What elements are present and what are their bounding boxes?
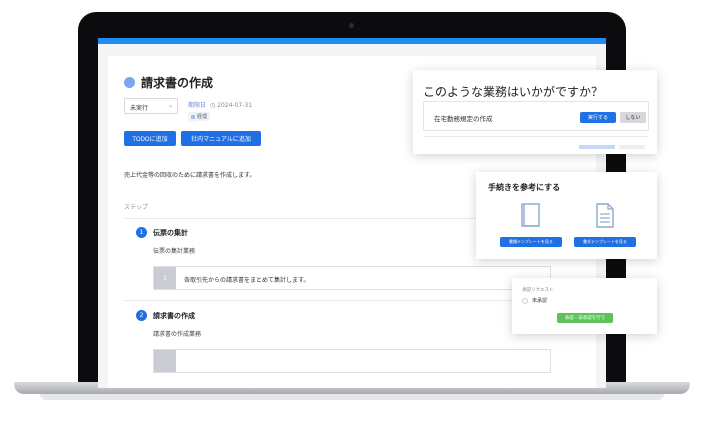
reference-title: 手続きを参考にする [488, 183, 561, 192]
step-subtitle: 請求書の作成業務 [153, 331, 202, 338]
suggestion-title: このような業務はいかがですか？ [423, 85, 604, 99]
skip-button[interactable]: しない [620, 112, 646, 123]
category-tag: 経理 [188, 112, 211, 121]
chevron-down-icon: ⌄ [167, 102, 173, 109]
reference-panel: 手続きを参考にする 書類テンプレートを見る 書式テンプレートを見る [476, 172, 657, 259]
suggestion-item-placeholder [423, 136, 649, 150]
view-format-template-button[interactable]: 書式テンプレートを見る [574, 237, 636, 247]
step-number: 2 [136, 310, 147, 321]
camera-icon [349, 23, 354, 28]
status-select[interactable]: 未実行 ⌄ [124, 98, 178, 114]
add-todo-button[interactable]: TODOに追加 [124, 131, 176, 146]
suggestion-panel: このような業務はいかがですか？ 在宅勤務規定の作成 実行する しない [413, 70, 657, 154]
add-manual-button[interactable]: 社内マニュアルに追加 [181, 131, 261, 146]
radio-icon [522, 297, 528, 304]
run-button[interactable]: 実行する [580, 112, 616, 123]
status-select-value: 未実行 [130, 105, 149, 112]
approval-panel: 承認リクエスト 未承認 承認・非承認を行う [512, 278, 657, 334]
suggestion-item-text: 在宅勤務規定の作成 [434, 115, 493, 123]
view-document-template-button[interactable]: 書類テンプレートを見る [500, 237, 562, 247]
deadline-label: 期限日 [188, 102, 207, 109]
app-topbar [98, 38, 606, 44]
approval-heading: 承認リクエスト [522, 288, 554, 293]
steps-heading: ステップ [124, 204, 149, 211]
approval-status: 未承認 [522, 297, 547, 304]
substep-row[interactable]: 1 各取引先からの請求書をまとめて集計します。 [153, 266, 551, 290]
substep-text: 各取引先からの請求書をまとめて集計します。 [184, 277, 310, 284]
page-title: 請求書の作成 [141, 76, 214, 90]
substep-number: 1 [154, 267, 176, 289]
suggestion-item: 在宅勤務規定の作成 実行する しない [423, 101, 649, 131]
approval-status-label: 未承認 [532, 298, 548, 304]
deadline-date: 2024-07-31 [217, 102, 253, 109]
step-subtitle: 伝票の集計業務 [153, 248, 196, 255]
task-description: 売上代金等の回収のために請求書を作成します。 [124, 172, 256, 179]
book-icon [521, 203, 540, 227]
substep-number [154, 350, 176, 372]
document-icon [596, 203, 614, 228]
step-number: 1 [136, 227, 147, 238]
tag-square-icon [191, 114, 195, 119]
placeholder-bar [619, 145, 645, 149]
title-row: 請求書の作成 [124, 74, 213, 91]
status-dot-icon [124, 77, 135, 88]
laptop-shadow [40, 394, 664, 400]
placeholder-bar [579, 145, 615, 149]
category-tag-label: 経理 [197, 114, 208, 120]
deadline: 期限日 ◷ 2024-07-31 [188, 100, 252, 109]
step-title[interactable]: 請求書の作成 [153, 311, 195, 321]
substep-row[interactable] [153, 349, 551, 373]
laptop-mockup: 請求書の作成 未実行 ⌄ 期限日 ◷ 2024-07-31 経理 TODOに追加 … [0, 0, 704, 422]
step-title[interactable]: 伝票の集計 [153, 228, 188, 238]
approve-button[interactable]: 承認・非承認を行う [557, 313, 613, 323]
